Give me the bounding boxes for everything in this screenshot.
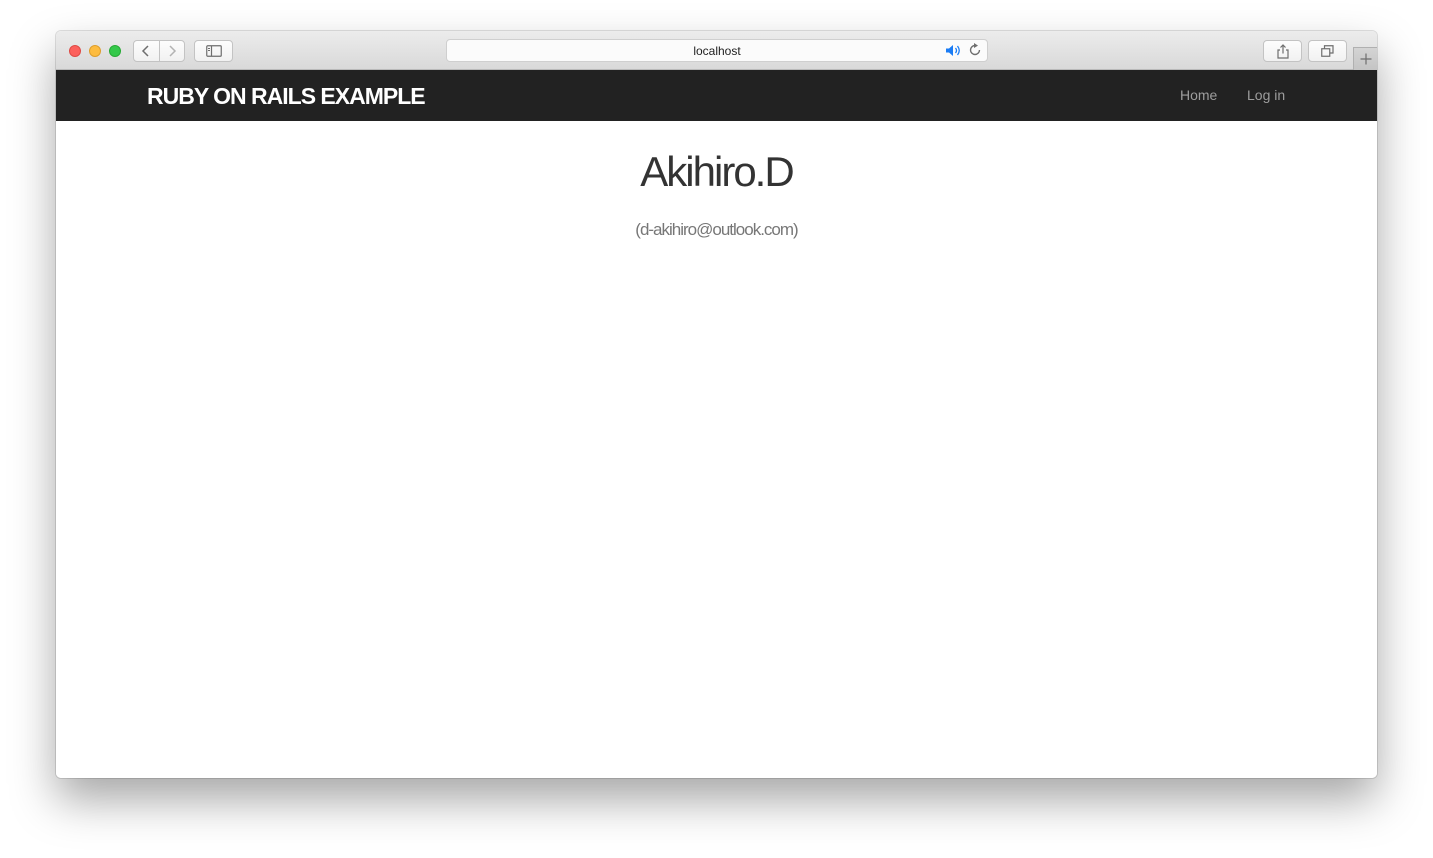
- nav-login-link[interactable]: Log in: [1247, 87, 1285, 103]
- sidebar-icon: [205, 45, 222, 57]
- site-navbar: RUBY ON RAILS EXAMPLE Home Log in: [56, 70, 1377, 121]
- address-text: localhost: [693, 44, 741, 58]
- browser-window: localhost RUBY ON RAILS EXAMPLE Home Log…: [56, 31, 1377, 778]
- zoom-window-button[interactable]: [109, 45, 121, 57]
- forward-button[interactable]: [158, 41, 185, 61]
- nav-home-link[interactable]: Home: [1180, 87, 1217, 103]
- reload-icon[interactable]: [968, 43, 982, 57]
- profile-email: (d-akihiro@outlook.com): [635, 220, 798, 239]
- address-bar[interactable]: localhost: [446, 39, 988, 62]
- page-content: Akihiro.D (d-akihiro@outlook.com): [56, 121, 1377, 778]
- tabs-overview-icon: [1321, 45, 1334, 57]
- chevron-right-icon: [169, 45, 176, 57]
- minimize-window-button[interactable]: [89, 45, 101, 57]
- browser-toolbar: localhost: [56, 31, 1377, 70]
- close-window-button[interactable]: [69, 45, 81, 57]
- plus-icon: [1360, 53, 1371, 65]
- share-icon: [1276, 43, 1289, 59]
- share-button[interactable]: [1263, 40, 1302, 62]
- new-tab-button[interactable]: [1353, 47, 1377, 70]
- show-tabs-button[interactable]: [1308, 40, 1347, 62]
- site-logo-link[interactable]: RUBY ON RAILS EXAMPLE: [147, 83, 426, 110]
- back-button[interactable]: [134, 41, 159, 61]
- profile-name: Akihiro.D: [640, 148, 794, 195]
- history-navigation: [133, 40, 185, 62]
- speaker-icon[interactable]: [945, 44, 963, 57]
- chevron-left-icon: [142, 45, 149, 57]
- sidebar-toggle-button[interactable]: [194, 40, 233, 62]
